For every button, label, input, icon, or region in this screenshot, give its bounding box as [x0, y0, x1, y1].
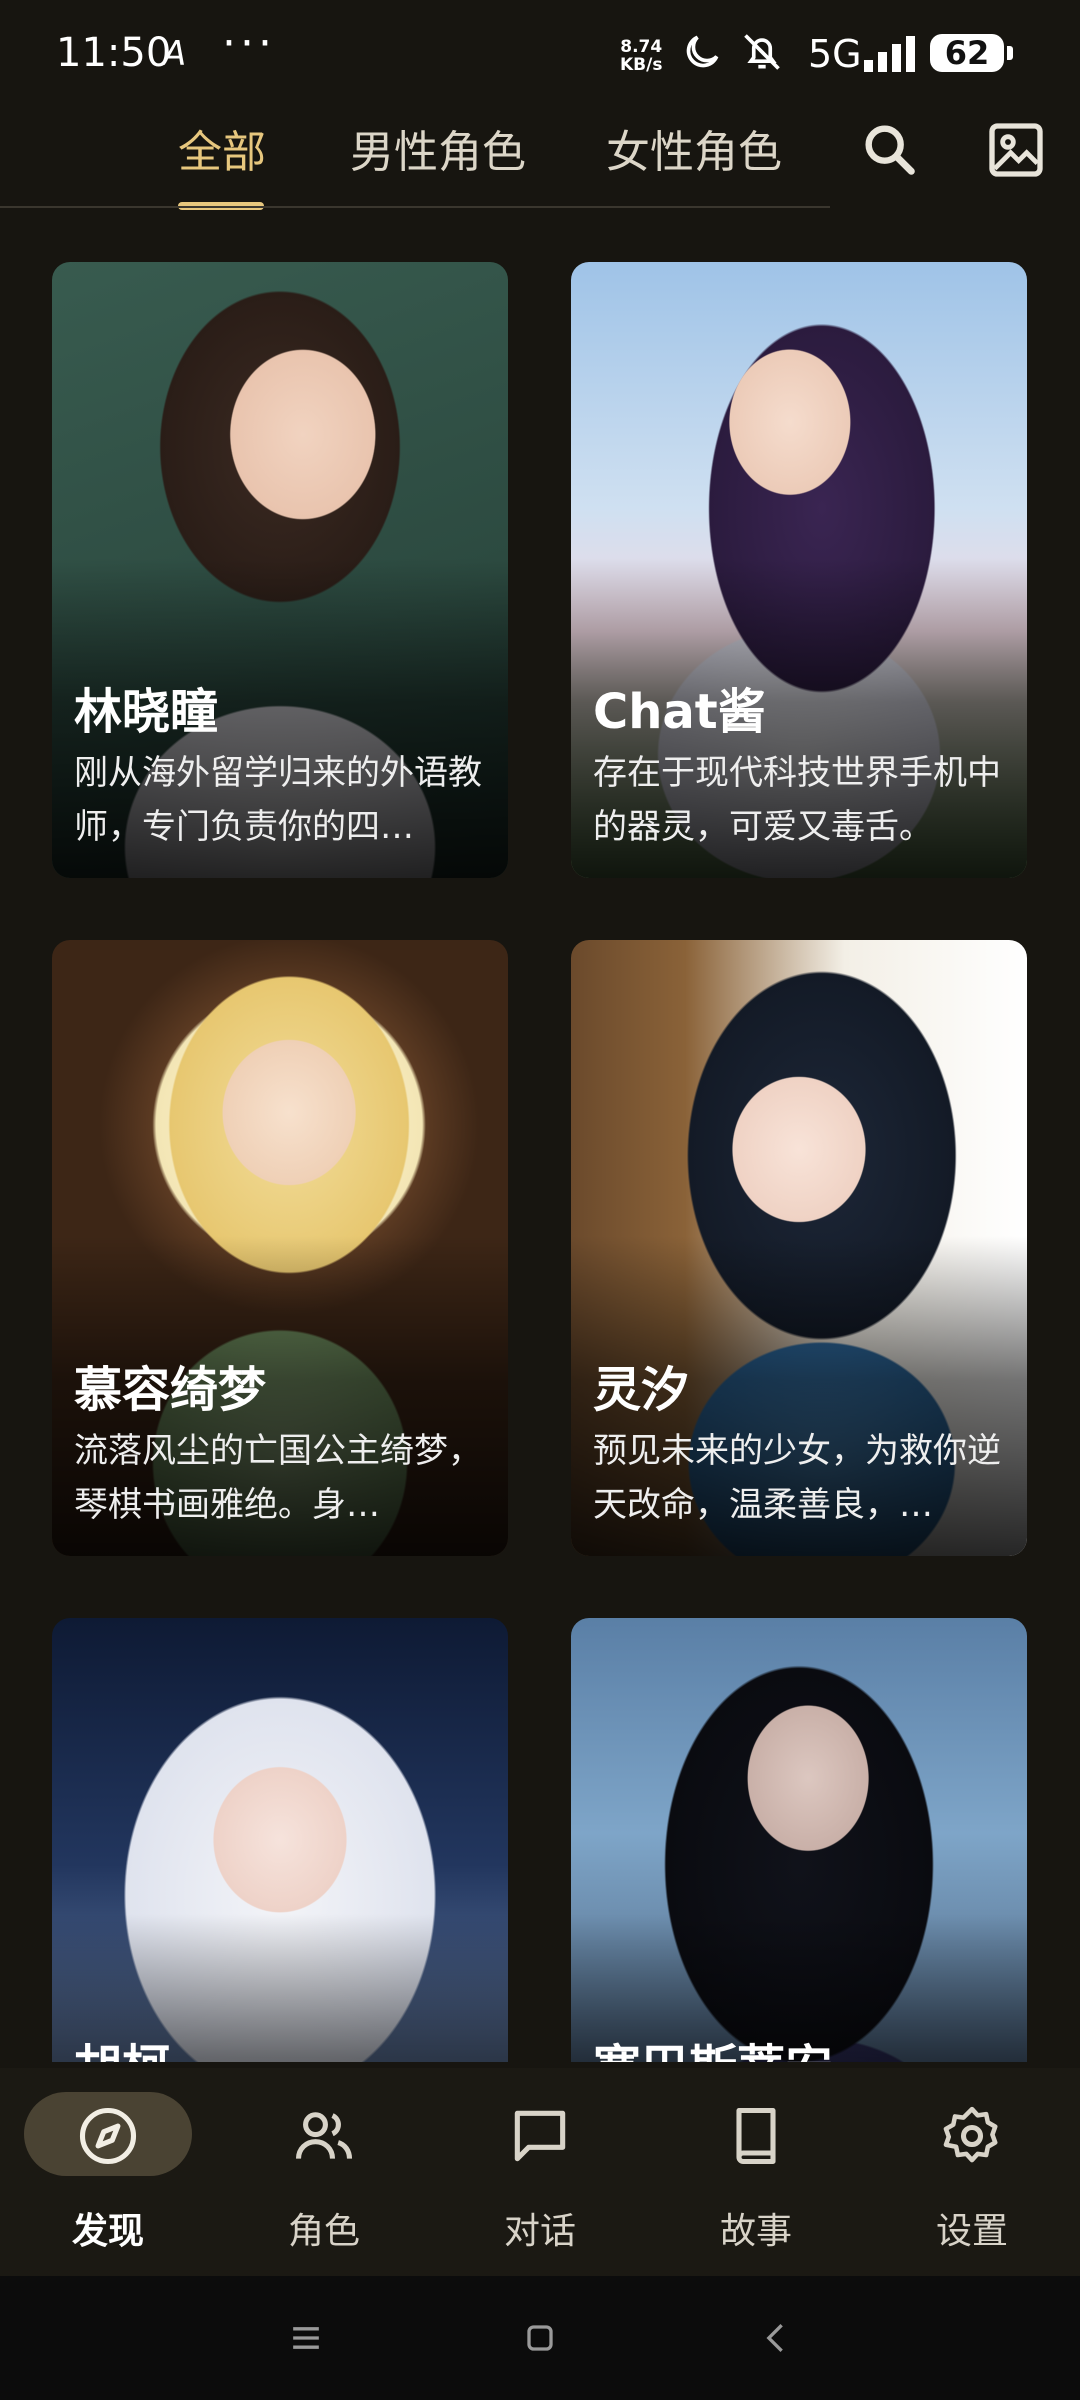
speed-value: 8.74	[620, 37, 663, 57]
chat-icon	[514, 2110, 566, 2162]
character-description: 刚从海外留学归来的外语教师，专门负责你的四…	[74, 753, 482, 847]
tab-male-characters[interactable]: 男性角色	[350, 116, 526, 180]
top-tab-bar: 全部 男性角色 女性角色	[0, 110, 1080, 210]
character-card[interactable]: 胡柯	[52, 1618, 508, 2062]
tab-all[interactable]: 全部	[178, 116, 266, 180]
book-icon	[736, 2107, 776, 2165]
font-a-icon: A	[163, 34, 187, 74]
search-icon[interactable]	[858, 118, 922, 182]
character-card[interactable]: 灵汐 预见未来的少女，为救你逆天改命，温柔善良，…	[571, 940, 1027, 1556]
nav-label: 设置	[935, 2211, 1008, 2252]
battery-icon: 62	[930, 34, 1013, 72]
character-grid: 林晓瞳 刚从海外留学归来的外语教师，专门负责你的四… Chat酱 存在于现代科技…	[0, 262, 1080, 2062]
character-name: 胡柯	[74, 2028, 170, 2062]
gear-icon	[943, 2106, 998, 2163]
more-notifications-icon: ···	[222, 18, 276, 69]
nav-label: 故事	[719, 2211, 792, 2252]
character-card[interactable]: 塞巴斯蒂安	[571, 1618, 1027, 2062]
character-card[interactable]: 林晓瞳 刚从海外留学归来的外语教师，专门负责你的四…	[52, 262, 508, 878]
character-description: 预见未来的少女，为救你逆天改命，温柔善良，…	[593, 1431, 1001, 1525]
moon-icon	[686, 35, 719, 68]
status-time: 11:50	[56, 30, 172, 76]
tab-female-characters[interactable]: 女性角色	[606, 116, 782, 180]
character-card[interactable]: Chat酱 存在于现代科技世界手机中的器灵，可爱又毒舌。	[571, 262, 1027, 878]
nav-item-settings[interactable]: 设置	[882, 2088, 1062, 2258]
character-name: 塞巴斯蒂安	[593, 2028, 833, 2062]
character-name: 灵汐	[593, 1362, 690, 1418]
nav-item-discover[interactable]: 发现	[24, 2088, 192, 2258]
bottom-navigation: 发现 角色 对话 故事 设置	[0, 2068, 1080, 2276]
character-name: 慕容绮梦	[74, 1362, 267, 1418]
character-description: 流落风尘的亡国公主绮梦，琴棋书画雅绝。身…	[74, 1431, 482, 1525]
menu-icon[interactable]	[284, 2316, 328, 2360]
tabs-divider	[0, 206, 830, 208]
nav-label: 角色	[287, 2211, 360, 2252]
character-card[interactable]: 慕容绮梦 流落风尘的亡国公主绮梦，琴棋书画雅绝。身…	[52, 940, 508, 1556]
signal-icon	[864, 36, 915, 72]
image-icon[interactable]	[984, 118, 1048, 182]
system-nav-bar	[0, 2276, 1080, 2400]
nav-item-characters[interactable]: 角色	[234, 2088, 414, 2258]
home-icon[interactable]	[518, 2316, 562, 2360]
network-speed: 8.74 KB/s	[620, 38, 662, 74]
bell-off-icon	[744, 34, 780, 70]
nav-item-chat[interactable]: 对话	[450, 2088, 630, 2258]
nav-label: 发现	[71, 2211, 144, 2252]
nav-item-story[interactable]: 故事	[666, 2088, 846, 2258]
back-icon[interactable]	[756, 2316, 800, 2360]
compass-icon	[79, 2107, 137, 2165]
character-description: 存在于现代科技世界手机中的器灵，可爱又毒舌。	[593, 753, 1001, 847]
speed-unit: KB/s	[620, 55, 663, 75]
network-type: 5G	[808, 32, 862, 76]
character-name: Chat酱	[593, 684, 766, 740]
status-bar: 11:50 A ··· 8.74 KB/s 5G 62	[0, 0, 1080, 110]
character-name: 林晓瞳	[74, 684, 219, 740]
users-icon	[295, 2112, 353, 2159]
nav-label: 对话	[503, 2211, 576, 2252]
